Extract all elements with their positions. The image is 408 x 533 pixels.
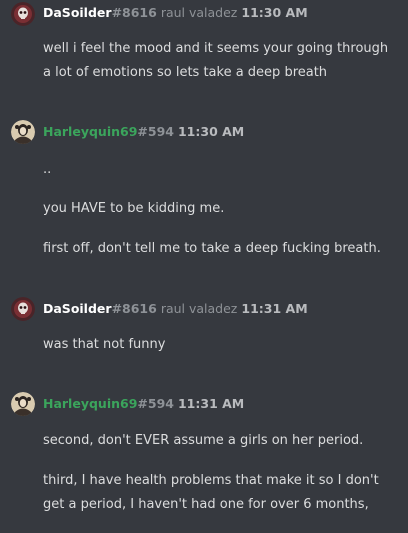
message-text: .. xyxy=(43,162,52,177)
message-text: first off, don't tell me to take a deep … xyxy=(43,241,381,256)
user-tag: #8616 xyxy=(111,301,157,316)
timestamp: 11:31 AM xyxy=(241,301,308,316)
chat-messages: DaSoilder#8616 raul valadez 11:30 AM well … xyxy=(0,0,408,533)
user-tag: #594 xyxy=(137,124,174,139)
message-text: get a period, I haven't had one for over… xyxy=(43,497,369,512)
harley-avatar-icon[interactable] xyxy=(11,392,35,416)
username[interactable]: DaSoilder xyxy=(43,5,112,20)
message-header: Harleyquin69#594 11:31 AM xyxy=(43,396,244,412)
user-tag: #594 xyxy=(137,396,174,411)
message-text: well i feel the mood and it seems your g… xyxy=(43,41,389,56)
message-text: a lot of emotions so lets take a deep br… xyxy=(43,65,328,80)
user-tag: #8616 xyxy=(111,5,157,20)
skull-avatar-icon[interactable] xyxy=(11,2,35,26)
message-header: DaSoilder#8616 raul valadez 11:30 AM xyxy=(43,5,308,21)
username[interactable]: Harleyquin69 xyxy=(43,396,137,411)
skull-avatar-icon[interactable] xyxy=(11,297,35,321)
message-header: DaSoilder#8616 raul valadez 11:31 AM xyxy=(43,301,308,317)
message-header: Harleyquin69#594 11:30 AM xyxy=(43,124,244,140)
nickname: raul valadez xyxy=(160,301,238,316)
message-text: third, I have health problems that make … xyxy=(43,473,379,488)
username[interactable]: Harleyquin69 xyxy=(43,124,137,139)
nickname: raul valadez xyxy=(160,5,238,20)
timestamp: 11:31 AM xyxy=(177,396,245,411)
message-text: was that not funny xyxy=(43,337,166,352)
message-text: you HAVE to be kidding me. xyxy=(43,201,225,216)
message-text: second, don't EVER assume a girls on her… xyxy=(43,433,364,448)
username[interactable]: DaSoilder xyxy=(43,301,112,316)
timestamp: 11:30 AM xyxy=(177,124,245,139)
harley-avatar-icon[interactable] xyxy=(11,120,35,144)
timestamp: 11:30 AM xyxy=(241,5,308,20)
